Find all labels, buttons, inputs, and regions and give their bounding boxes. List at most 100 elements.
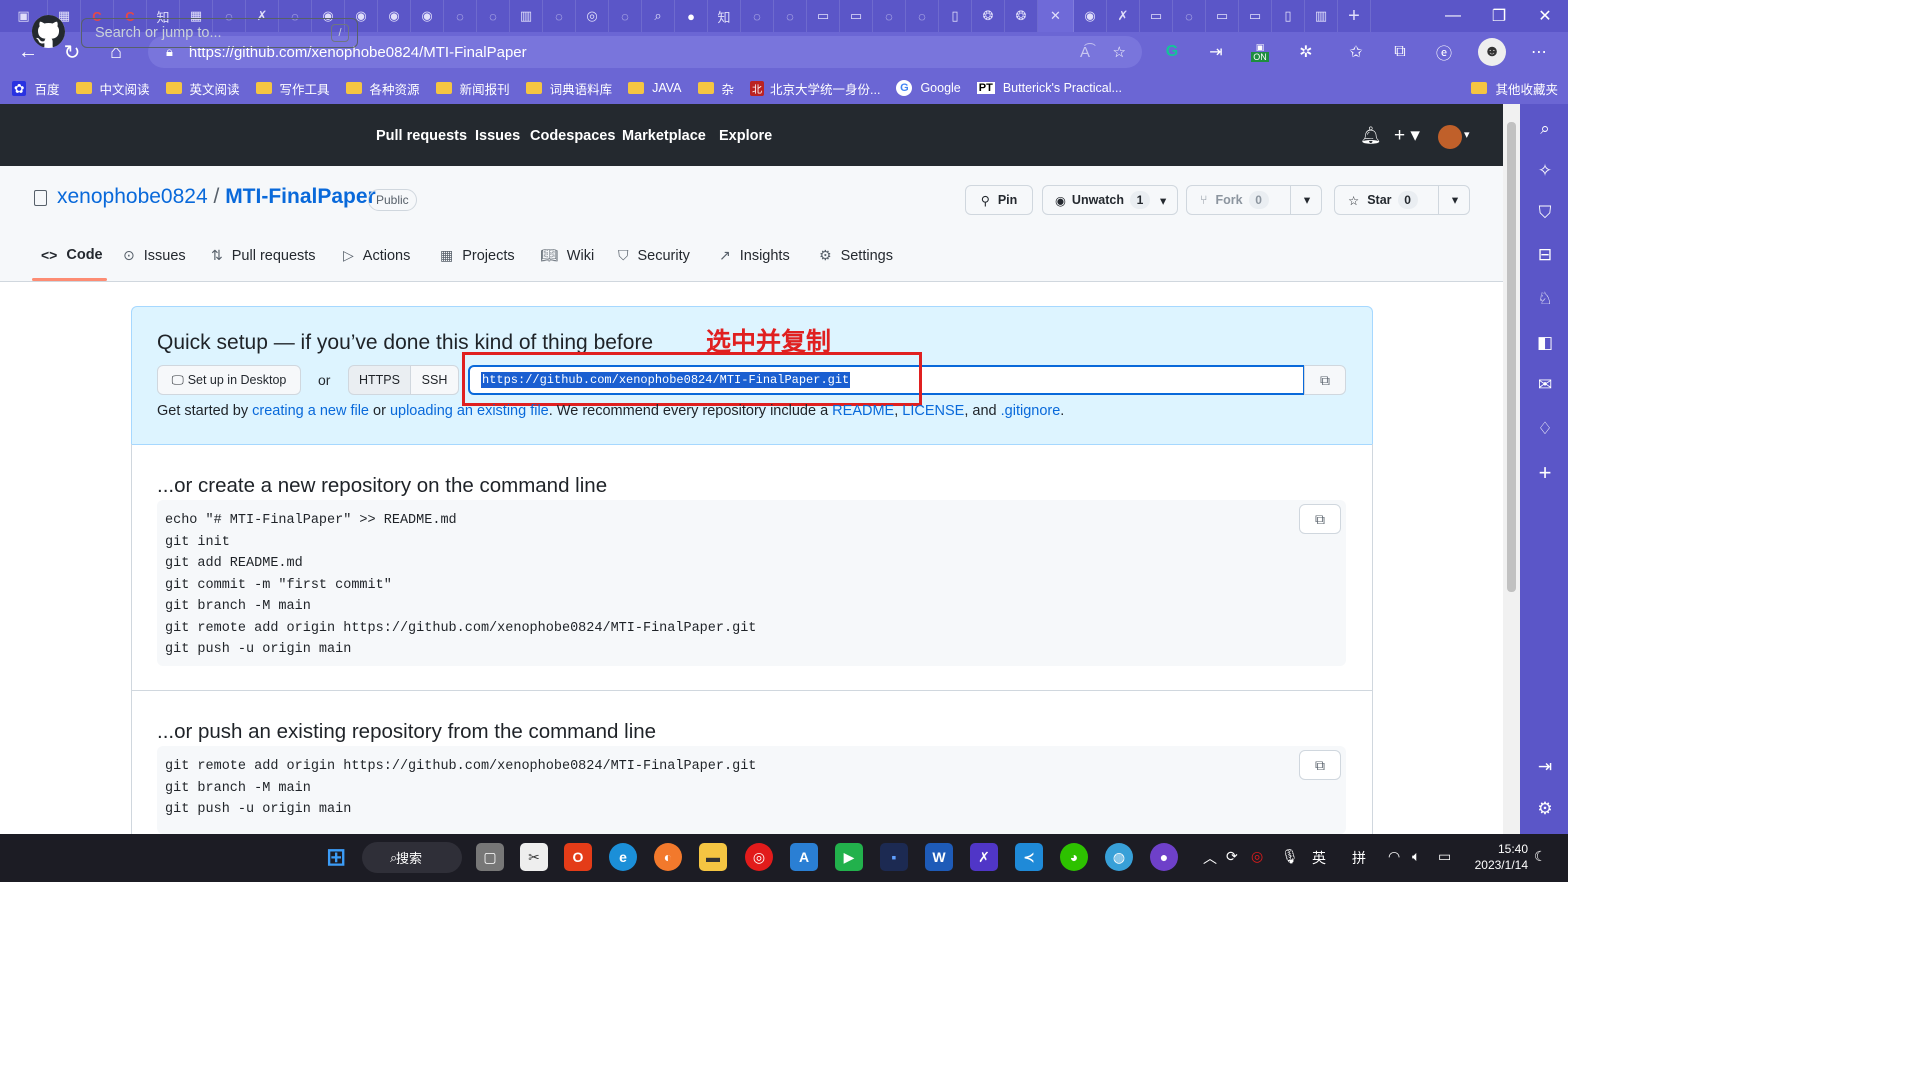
bookmark-practical-typography[interactable]: PT Butterick's Practical...	[976, 81, 1122, 95]
browser-tab[interactable]: ▥	[510, 0, 543, 32]
github-search-input[interactable]: Search or jump to... /	[81, 18, 358, 48]
copy-clone-url-button[interactable]: ⧉	[1304, 365, 1346, 395]
sidebar-add-icon[interactable]: +	[1534, 462, 1556, 484]
nav-issues[interactable]: Issues	[475, 128, 520, 144]
browser-tab[interactable]: ◉	[378, 0, 411, 32]
nav-marketplace[interactable]: Marketplace	[622, 128, 706, 144]
battery-icon[interactable]: ▭	[1438, 848, 1451, 865]
browser-tab[interactable]: ❂	[972, 0, 1005, 32]
file-explorer-icon[interactable]: ▬	[699, 843, 727, 871]
edge-bar-icon[interactable]: ⓔ	[1430, 38, 1458, 66]
bookmark-folder[interactable]: 杂	[697, 79, 734, 98]
wifi-icon[interactable]: ◠	[1388, 848, 1400, 865]
tray-chevron-icon[interactable]: ︿	[1203, 848, 1217, 868]
scrollbar-thumb[interactable]	[1507, 122, 1516, 592]
page-scrollbar[interactable]	[1503, 104, 1520, 834]
browser-tab[interactable]: ▭	[840, 0, 873, 32]
taskbar-clock[interactable]: 15:40 2023/1/14	[1468, 841, 1528, 873]
browser-tab[interactable]: ✗	[1107, 0, 1140, 32]
favorites-icon[interactable]: ✩	[1342, 38, 1370, 66]
office-icon[interactable]: O	[564, 843, 592, 871]
bookmark-google[interactable]: G Google	[896, 80, 961, 96]
bookmark-pku[interactable]: 北北京大学统一身份...	[750, 79, 880, 98]
repo-owner-link[interactable]: xenophobe0824	[57, 185, 208, 208]
wechat-icon[interactable]: ◕	[1060, 843, 1088, 871]
browser-tab[interactable]: ◌	[543, 0, 576, 32]
tab-insights[interactable]: ↗ Insights	[719, 247, 790, 264]
vscode-icon[interactable]: ≺	[1015, 843, 1043, 871]
tab-security[interactable]: ⛉ Security	[618, 247, 690, 264]
nav-pull-requests[interactable]: Pull requests	[376, 128, 467, 144]
browser-tab[interactable]: ▭	[1140, 0, 1173, 32]
sidebar-notify-icon[interactable]: ♢	[1534, 418, 1556, 440]
xmind-icon[interactable]: ✗	[970, 843, 998, 871]
sidebar-discover-icon[interactable]: ✧	[1534, 160, 1556, 182]
notifications-bell-icon[interactable]: 🔔︎	[1360, 126, 1382, 146]
browser-tab[interactable]: ▯	[939, 0, 972, 32]
bookmark-folder[interactable]: 词典语料库	[525, 79, 612, 98]
active-tab-close-icon[interactable]: ✕	[1038, 0, 1074, 32]
repo-name-link[interactable]: MTI-FinalPaper	[225, 185, 376, 208]
tab-actions[interactable]: ▷ Actions	[343, 247, 410, 264]
sidebar-tools-icon[interactable]: ⊟	[1534, 244, 1556, 266]
ime-mode-indicator[interactable]: 拼	[1352, 848, 1366, 868]
bookmark-folder[interactable]: 写作工具	[255, 79, 330, 98]
star-dropdown-icon[interactable]: ▾	[1438, 186, 1471, 214]
browser-tab[interactable]: ◌	[906, 0, 939, 32]
browser-tab[interactable]: ◌	[1173, 0, 1206, 32]
copy-create-commands-button[interactable]: ⧉	[1299, 504, 1341, 534]
browser-tab[interactable]: 知	[708, 0, 741, 32]
tray-netease-icon[interactable]: ◎	[1251, 848, 1263, 865]
bookmark-folder[interactable]: JAVA	[628, 81, 682, 95]
extension-login-icon[interactable]: ⇥	[1202, 38, 1230, 66]
fork-button[interactable]: ⑂ Fork 0 ▾	[1186, 185, 1322, 215]
browser-tab[interactable]: ❂	[1005, 0, 1038, 32]
readme-link[interactable]: README	[832, 403, 894, 419]
tab-wiki[interactable]: 📖︎ Wiki	[540, 247, 594, 264]
push-existing-repo-code[interactable]: git remote add origin https://github.com…	[165, 756, 756, 821]
browser-tab[interactable]: ◌	[477, 0, 510, 32]
collections-icon[interactable]: ⧉	[1386, 38, 1414, 66]
extension-on-icon[interactable]: ▣ ON	[1246, 38, 1274, 66]
globe-app-icon[interactable]: ◍	[1105, 843, 1133, 871]
app-icon-dark[interactable]: ▪	[880, 843, 908, 871]
sidebar-shopping-icon[interactable]: ⛉	[1534, 202, 1556, 224]
ssh-toggle[interactable]: SSH	[410, 365, 459, 395]
fork-dropdown-icon[interactable]: ▾	[1290, 186, 1323, 214]
sidebar-hide-icon[interactable]: ⇥	[1534, 756, 1556, 778]
tab-settings[interactable]: ⚙ Settings	[819, 247, 893, 264]
tray-mic-icon[interactable]: 🎙︎	[1281, 848, 1299, 865]
bookmark-folder[interactable]: 中文阅读	[75, 79, 150, 98]
tab-pull-requests[interactable]: ⇅ Pull requests	[211, 247, 316, 264]
star-button[interactable]: ☆ Star 0 ▾	[1334, 185, 1470, 215]
upload-existing-file-link[interactable]: uploading an existing file	[390, 403, 549, 419]
gitignore-link[interactable]: .gitignore	[1001, 403, 1061, 419]
github-desktop-icon[interactable]: ●	[1150, 843, 1178, 871]
tab-projects[interactable]: ▦ Projects	[440, 247, 515, 264]
ime-language-indicator[interactable]: 英	[1312, 848, 1326, 868]
browser-tab[interactable]: ◌	[444, 0, 477, 32]
browser-tab[interactable]: ▯	[1272, 0, 1305, 32]
read-aloud-icon[interactable]: A͡	[1080, 44, 1090, 61]
task-view-icon[interactable]: ▢	[476, 843, 504, 871]
minimize-icon[interactable]: —	[1430, 0, 1476, 32]
browser-tab[interactable]: ▥	[1305, 0, 1338, 32]
unwatch-button[interactable]: ◉ Unwatch 1 ▾	[1042, 185, 1178, 215]
github-tab-icon[interactable]: ●	[675, 0, 708, 32]
app-icon[interactable]: ▶	[835, 843, 863, 871]
bookmark-other-favorites[interactable]: 其他收藏夹	[1471, 79, 1558, 98]
sidebar-settings-icon[interactable]: ⚙	[1534, 798, 1556, 820]
create-new-file-link[interactable]: creating a new file	[252, 403, 369, 419]
browser-tab[interactable]: ▭	[1206, 0, 1239, 32]
bookmark-folder[interactable]: 新闻报刊	[435, 79, 510, 98]
github-logo-icon[interactable]	[32, 15, 65, 48]
grammarly-icon[interactable]: G	[1158, 38, 1186, 66]
close-window-icon[interactable]: ✕	[1522, 0, 1568, 32]
new-tab-icon[interactable]: +	[1338, 0, 1371, 32]
word-icon[interactable]: W	[925, 843, 953, 871]
browser-tab[interactable]: ▭	[807, 0, 840, 32]
restore-icon[interactable]: ❐	[1476, 0, 1522, 32]
edge-browser-icon[interactable]: e	[609, 843, 637, 871]
create-new-plus-icon[interactable]: + ▾	[1394, 124, 1420, 147]
user-avatar[interactable]	[1438, 125, 1462, 149]
